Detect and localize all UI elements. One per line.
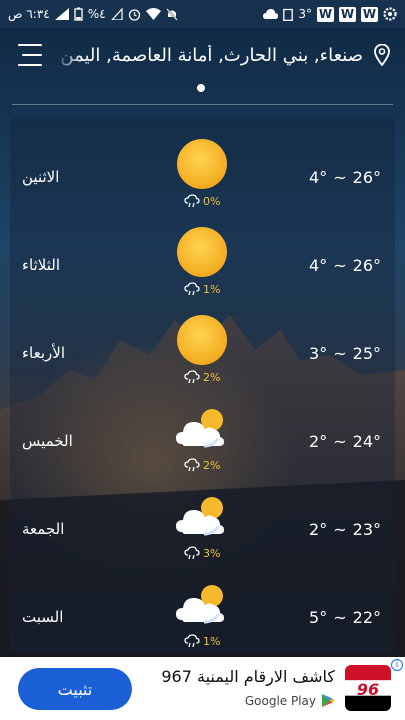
mute-icon bbox=[165, 7, 178, 21]
temp-separator: ~ bbox=[333, 432, 347, 451]
precipitation: 1% bbox=[184, 634, 220, 648]
google-play-text: Google Play bbox=[244, 693, 316, 708]
high-temp: 24° bbox=[352, 432, 381, 451]
partly-cloudy-icon bbox=[174, 490, 230, 542]
low-temp: 3° bbox=[309, 344, 328, 363]
install-button[interactable]: تثبيت bbox=[18, 668, 132, 710]
precipitation: 1% bbox=[184, 282, 220, 296]
partly-cloudy-icon bbox=[174, 402, 230, 454]
temperature-range: 3° ~25° bbox=[309, 344, 381, 363]
signal-icon bbox=[54, 8, 69, 20]
precipitation: 2% bbox=[184, 370, 220, 384]
forecast-row[interactable]: الجمعة 3% 2° ~23° bbox=[10, 476, 395, 564]
ad-info-icon[interactable]: i bbox=[391, 659, 403, 671]
forecast-row[interactable]: السبت 1% 5° ~22° bbox=[10, 564, 395, 652]
ad-app-logo[interactable]: 96 bbox=[345, 665, 391, 711]
alarm-icon bbox=[128, 8, 141, 21]
high-temp: 26° bbox=[352, 168, 381, 187]
precipitation: 2% bbox=[184, 458, 220, 472]
sun-icon bbox=[174, 138, 230, 190]
location-title[interactable]: صنعاء, بني الحارث, أمانة العاصمة, اليمن bbox=[52, 45, 363, 66]
day-name: الجمعة bbox=[22, 520, 65, 538]
day-name: الاثنين bbox=[22, 168, 60, 186]
temp-separator: ~ bbox=[333, 520, 347, 539]
rain-cloud-icon bbox=[184, 546, 200, 560]
page-indicator-dot bbox=[197, 84, 205, 92]
sun-icon bbox=[174, 226, 230, 278]
precip-chance: 2% bbox=[203, 370, 221, 384]
temperature-range: 4° ~26° bbox=[309, 256, 381, 275]
temperature-range: 4° ~26° bbox=[309, 168, 381, 187]
precip-chance: 2% bbox=[203, 458, 221, 472]
precip-chance: 1% bbox=[203, 634, 221, 648]
high-temp: 23° bbox=[352, 520, 381, 539]
forecast-row[interactable]: الخميس 2% 2° ~24° bbox=[10, 388, 395, 476]
ad-app-title[interactable]: كاشف الارقام اليمنية 967 bbox=[161, 667, 335, 686]
forecast-card: الاثنين 0% 4° ~26° الثلاثاء 1% 4° ~26° الأربعا… bbox=[10, 118, 395, 654]
menu-icon[interactable] bbox=[14, 44, 42, 66]
google-play-icon bbox=[322, 694, 335, 707]
status-right: 3° W W W bbox=[263, 6, 397, 22]
precip-chance: 0% bbox=[203, 194, 221, 208]
divider bbox=[12, 104, 393, 105]
temperature-range: 5° ~22° bbox=[309, 608, 381, 627]
status-bar: ٦:٣٤ ص %٤ 3° W W W bbox=[0, 0, 405, 28]
temp-separator: ~ bbox=[333, 168, 347, 187]
day-name: السبت bbox=[22, 608, 64, 626]
precip-chance: 1% bbox=[203, 282, 221, 296]
google-play-label[interactable]: Google Play bbox=[245, 693, 335, 708]
precipitation: 0% bbox=[184, 194, 220, 208]
precip-chance: 3% bbox=[203, 546, 221, 560]
network-number: 3° bbox=[298, 7, 312, 21]
low-temp: 2° bbox=[309, 432, 328, 451]
settings-icon bbox=[383, 7, 397, 21]
rain-cloud-icon bbox=[184, 282, 200, 296]
sim-icon bbox=[110, 8, 123, 20]
day-name: الأربعاء bbox=[22, 344, 66, 362]
rain-cloud-icon bbox=[184, 370, 200, 384]
temperature-range: 2° ~23° bbox=[309, 520, 381, 539]
rain-cloud-icon bbox=[184, 634, 200, 648]
sun-icon bbox=[174, 314, 230, 366]
high-temp: 25° bbox=[352, 344, 381, 363]
battery-icon bbox=[74, 7, 83, 21]
forecast-row[interactable]: الثلاثاء 1% 4° ~26° bbox=[10, 212, 395, 300]
rain-cloud-icon bbox=[184, 194, 200, 208]
header: صنعاء, بني الحارث, أمانة العاصمة, اليمن bbox=[0, 30, 405, 80]
w-app-icon-1: W bbox=[317, 6, 334, 22]
w-app-icon-3: W bbox=[361, 6, 378, 22]
temperature-range: 2° ~24° bbox=[309, 432, 381, 451]
time-text: ٦:٣٤ ص bbox=[8, 7, 50, 21]
day-name: الثلاثاء bbox=[22, 256, 61, 274]
forecast-row[interactable]: الأربعاء 2% 3° ~25° bbox=[10, 300, 395, 388]
precipitation: 3% bbox=[184, 546, 220, 560]
temp-separator: ~ bbox=[333, 608, 347, 627]
rain-cloud-icon bbox=[184, 458, 200, 472]
low-temp: 5° bbox=[309, 608, 328, 627]
temp-separator: ~ bbox=[333, 256, 347, 275]
status-left: ٦:٣٤ ص %٤ bbox=[8, 7, 178, 21]
low-temp: 4° bbox=[309, 256, 328, 275]
ad-banner[interactable]: تثبيت كاشف الارقام اليمنية 967 Google Pl… bbox=[0, 657, 405, 720]
day-name: الخميس bbox=[22, 432, 73, 450]
location-pin-icon[interactable] bbox=[373, 44, 391, 66]
temp-separator: ~ bbox=[333, 344, 347, 363]
wifi-icon bbox=[145, 8, 161, 20]
low-temp: 4° bbox=[309, 168, 328, 187]
w-app-icon-2: W bbox=[339, 6, 356, 22]
low-temp: 2° bbox=[309, 520, 328, 539]
high-temp: 22° bbox=[352, 608, 381, 627]
battery-percent: %٤ bbox=[87, 7, 106, 21]
partly-cloudy-icon bbox=[174, 578, 230, 630]
clipboard-icon bbox=[283, 8, 294, 21]
cloud-status-icon bbox=[263, 9, 279, 19]
forecast-row[interactable]: الاثنين 0% 4° ~26° bbox=[10, 124, 395, 212]
high-temp: 26° bbox=[352, 256, 381, 275]
ad-logo-text: 96 bbox=[357, 680, 379, 699]
